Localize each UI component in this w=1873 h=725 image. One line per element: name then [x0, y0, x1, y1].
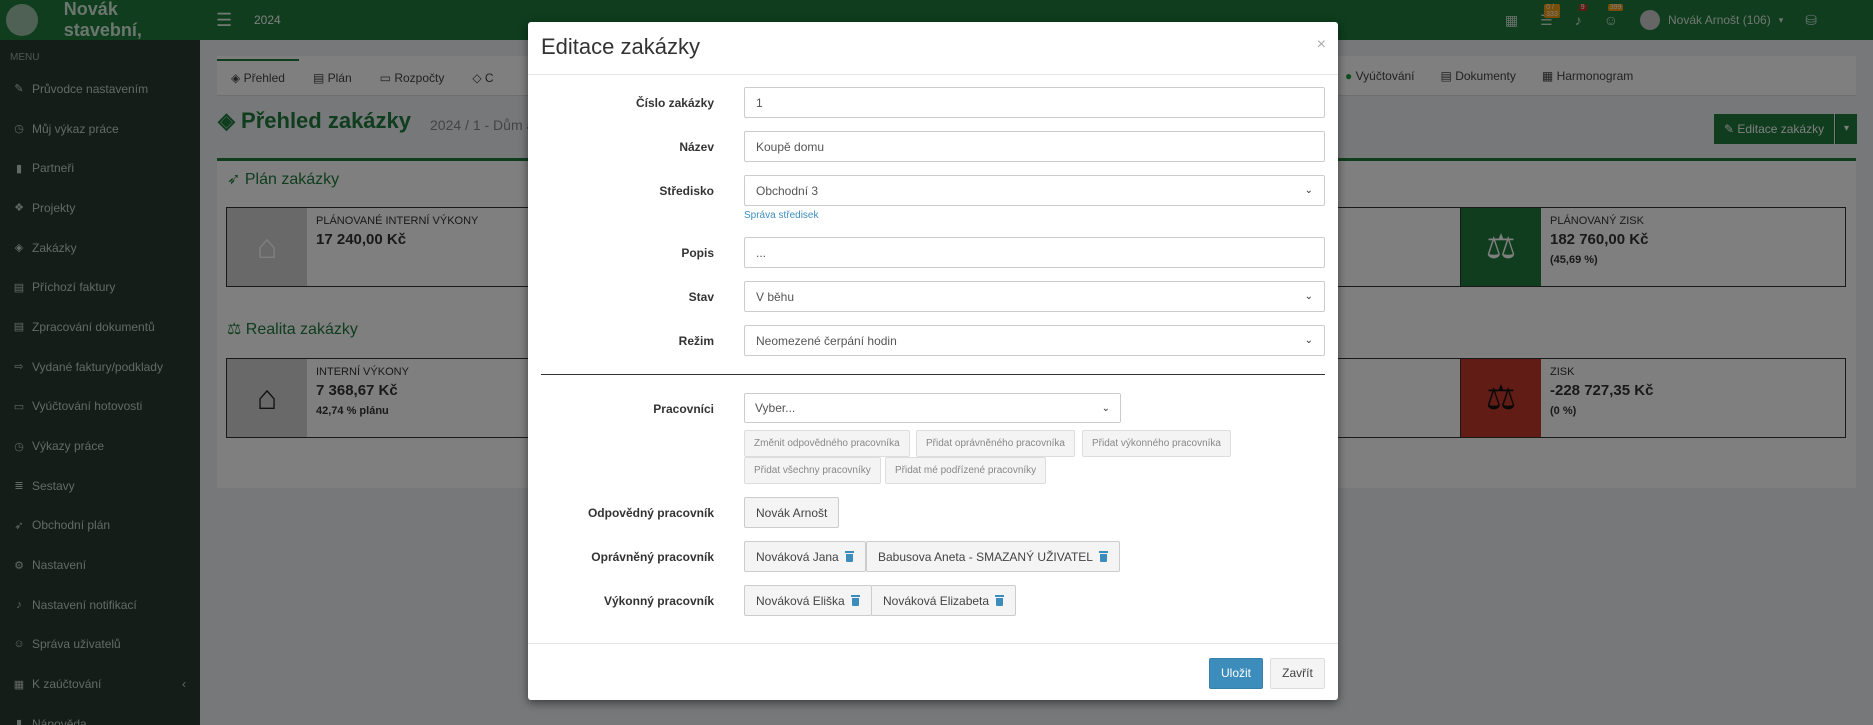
- close-icon[interactable]: ×: [1317, 36, 1326, 54]
- add-authorized-button[interactable]: Přidat oprávněného pracovníka: [916, 430, 1075, 457]
- worker-name: Nováková Elizabeta: [883, 593, 990, 608]
- selected-value: Neomezené čerpání hodin: [756, 333, 897, 348]
- field-label: Číslo zakázky: [635, 96, 714, 110]
- modal-title: Editace zakázky: [541, 34, 700, 59]
- field-label: Odpovědný pracovník: [587, 506, 714, 520]
- selected-value: Vyber...: [755, 401, 796, 415]
- field-label: Režim: [678, 334, 714, 348]
- trash-icon[interactable]: [1098, 551, 1108, 562]
- modal-header-divider: [528, 74, 1338, 75]
- edit-order-modal: Editace zakázky × Číslo zakázky 1 Název …: [528, 22, 1338, 700]
- chevron-down-icon: ⌄: [1304, 335, 1313, 346]
- save-button[interactable]: Uložit: [1209, 658, 1263, 689]
- chevron-down-icon: ⌄: [1101, 402, 1110, 414]
- worker-name: Nováková Eliška: [756, 593, 845, 608]
- authorized-worker-chip: Babusova Aneta - SMAZANÝ UŽIVATEL: [866, 541, 1120, 572]
- mode-select[interactable]: Neomezené čerpání hodin ⌄: [744, 325, 1325, 356]
- responsible-worker-chip[interactable]: Novák Arnošt: [744, 497, 840, 528]
- field-label: Název: [679, 140, 714, 154]
- field-label: Výkonný pracovník: [603, 594, 714, 608]
- worker-name: Nováková Jana: [756, 549, 839, 564]
- trash-icon[interactable]: [995, 595, 1005, 606]
- executive-worker-chip: Nováková Eliška: [744, 585, 872, 616]
- add-all-workers-button[interactable]: Přidat všechny pracovníky: [744, 457, 881, 484]
- field-label: Oprávněný pracovník: [591, 550, 714, 564]
- field-label: Stav: [688, 290, 714, 304]
- cost-center-select[interactable]: Obchodní 3 ⌄: [744, 175, 1325, 206]
- workers-select[interactable]: Vyber... ⌄: [744, 393, 1121, 423]
- order-name-input[interactable]: Koupě domu: [744, 131, 1325, 162]
- authorized-worker-chip: Nováková Jana: [744, 541, 866, 572]
- trash-icon[interactable]: [844, 551, 854, 562]
- status-select[interactable]: V běhu ⌄: [744, 281, 1325, 312]
- worker-name: Novák Arnošt: [756, 505, 828, 520]
- field-label: Středisko: [659, 184, 714, 198]
- order-number-input[interactable]: 1: [744, 87, 1325, 118]
- chevron-down-icon: ⌄: [1304, 185, 1313, 196]
- trash-icon[interactable]: [850, 595, 860, 606]
- modal-footer-divider: [528, 643, 1338, 644]
- field-label: Popis: [681, 246, 714, 260]
- section-divider: [541, 374, 1325, 375]
- manage-cost-centers-link[interactable]: Správa středisek: [744, 210, 818, 221]
- worker-name: Babusova Aneta - SMAZANÝ UŽIVATEL: [878, 549, 1093, 564]
- change-responsible-button[interactable]: Změnit odpovědného pracovníka: [744, 430, 910, 457]
- chevron-down-icon: ⌄: [1304, 291, 1313, 302]
- field-label: Pracovníci: [653, 402, 714, 416]
- add-subordinates-button[interactable]: Přidat mé podřízené pracovníky: [885, 457, 1047, 484]
- description-input[interactable]: ...: [744, 237, 1325, 268]
- executive-worker-chip: Nováková Elizabeta: [871, 585, 1017, 616]
- selected-value: V běhu: [756, 289, 795, 304]
- add-executive-button[interactable]: Přidat výkonného pracovníka: [1082, 430, 1231, 457]
- cancel-button[interactable]: Zavřít: [1270, 658, 1325, 689]
- selected-value: Obchodní 3: [756, 183, 819, 198]
